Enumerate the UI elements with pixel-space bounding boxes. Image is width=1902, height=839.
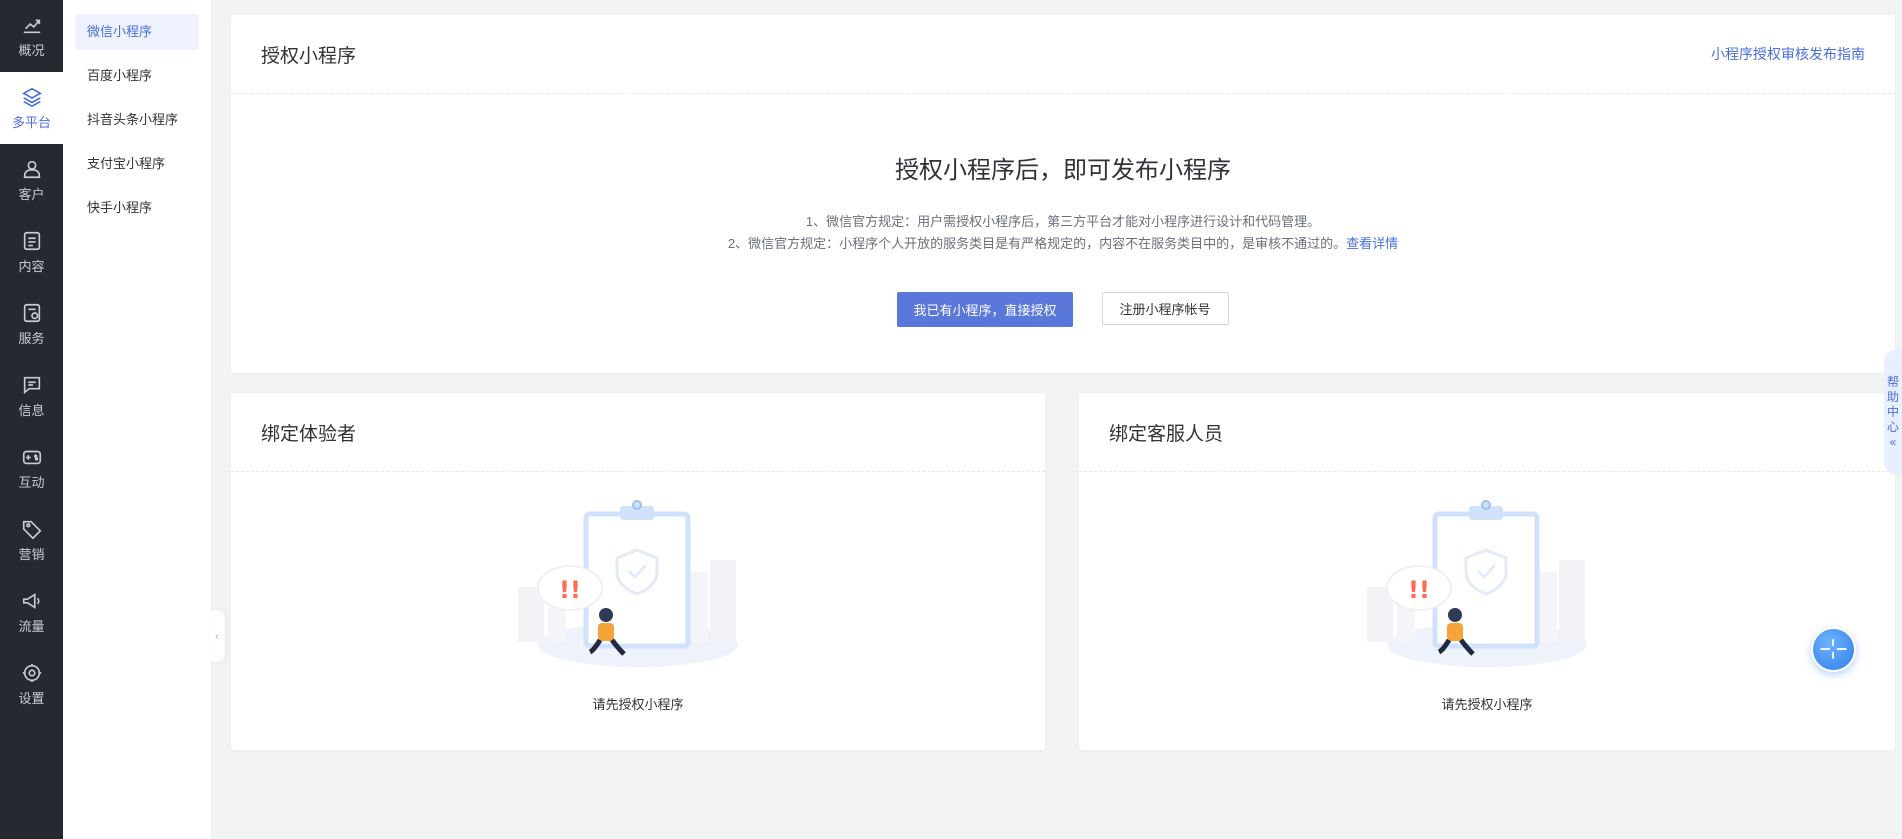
- empty-state-text: 请先授权小程序: [592, 697, 684, 712]
- nav-item-label: 多平台: [11, 114, 51, 130]
- nav-item-label: 互动: [18, 474, 45, 490]
- subnav-item-kuaishou[interactable]: 快手小程序: [75, 190, 199, 226]
- help-tab-char: 中: [1886, 404, 1899, 419]
- publish-guide-link[interactable]: 小程序授权审核发布指南: [1711, 44, 1865, 64]
- authorize-card-body: 授权小程序后，即可发布小程序 1、微信官方规定：用户需授权小程序后，第三方平台才…: [231, 94, 1895, 327]
- empty-state: !! 请先授权小程序: [1079, 492, 1895, 713]
- bind-customer-service-card: 绑定客服人员 !! 请先授权小程序: [1079, 393, 1895, 750]
- authorize-card-title: 授权小程序: [261, 45, 357, 67]
- nav-item-multiplatform[interactable]: 多平台: [0, 72, 63, 144]
- bind-customer-service-card-title: 绑定客服人员: [1109, 423, 1224, 445]
- rule-line-2: 2、微信官方规定：小程序个人开放的服务类目是有严格规定的，内容不在服务类目中的，…: [231, 233, 1895, 255]
- nav-item-interaction[interactable]: 互动: [0, 432, 63, 504]
- collapse-sidebar-button[interactable]: ‹: [209, 610, 225, 662]
- bind-customer-service-card-header: 绑定客服人员: [1079, 393, 1895, 472]
- empty-clipboard-illustration: !!: [1367, 500, 1587, 667]
- authorize-card-header: 授权小程序 小程序授权审核发布指南: [231, 15, 1895, 94]
- empty-state: !! 请先授权小程序: [231, 492, 1045, 713]
- nav-item-label: 营销: [18, 546, 45, 562]
- bind-tester-card: 绑定体验者 !! 请先授权小程序: [231, 393, 1045, 750]
- rule-line-2-text: 2、微信官方规定：小程序个人开放的服务类目是有严格规定的，内容不在服务类目中的，…: [727, 236, 1347, 251]
- gear-icon: [22, 663, 41, 682]
- help-tab-char: 心: [1886, 419, 1899, 434]
- nav-item-label: 客户: [18, 186, 45, 202]
- authorize-actions: 我已有小程序，直接授权 注册小程序帐号: [231, 292, 1895, 327]
- nav-item-content[interactable]: 内容: [0, 216, 63, 288]
- gamepad-icon: [22, 450, 41, 464]
- view-details-link[interactable]: 查看详情: [1346, 236, 1398, 251]
- nav-item-overview[interactable]: 概况: [0, 0, 63, 72]
- assistant-icon: [1820, 639, 1847, 660]
- tag-icon: [22, 520, 41, 539]
- authorize-existing-button[interactable]: 我已有小程序，直接授权: [897, 292, 1073, 327]
- nav-item-label: 内容: [18, 258, 45, 274]
- bind-tester-card-title: 绑定体验者: [261, 423, 357, 445]
- nav-item-label: 概况: [18, 42, 45, 58]
- authorize-card: 授权小程序 小程序授权审核发布指南 授权小程序后，即可发布小程序 1、微信官方规…: [231, 15, 1895, 373]
- main-nav: 概况 多平台 客户 内容 服务 信息 互动 营销 流量 设置: [0, 0, 63, 839]
- nav-item-service[interactable]: 服务: [0, 288, 63, 360]
- megaphone-icon: [22, 592, 40, 609]
- message-icon: [23, 376, 40, 394]
- nav-item-label: 设置: [18, 690, 45, 706]
- document-icon: [23, 231, 40, 250]
- user-icon: [23, 160, 40, 178]
- empty-state-text: 请先授权小程序: [1441, 697, 1533, 712]
- nav-item-marketing[interactable]: 营销: [0, 504, 63, 576]
- help-tab-char: 帮: [1886, 374, 1899, 389]
- nav-item-customer[interactable]: 客户: [0, 144, 63, 216]
- help-tab-char: 助: [1886, 389, 1899, 404]
- register-account-button[interactable]: 注册小程序帐号: [1101, 292, 1229, 325]
- svg-text:!!: !!: [1408, 576, 1430, 604]
- svg-text:!!: !!: [559, 576, 581, 604]
- empty-clipboard-illustration: !!: [518, 500, 738, 667]
- subnav-item-douyin[interactable]: 抖音头条小程序: [75, 102, 199, 138]
- nav-item-traffic[interactable]: 流量: [0, 576, 63, 648]
- help-center-tab[interactable]: 帮 助 中 心 «: [1884, 350, 1902, 474]
- service-icon: [23, 303, 40, 322]
- nav-item-message[interactable]: 信息: [0, 360, 63, 432]
- floating-assistant-button[interactable]: [1811, 627, 1856, 672]
- authorize-heading: 授权小程序后，即可发布小程序: [895, 157, 1231, 184]
- platform-subnav: 微信小程序 百度小程序 抖音头条小程序 支付宝小程序 快手小程序: [63, 0, 212, 839]
- subnav-item-alipay[interactable]: 支付宝小程序: [75, 146, 199, 182]
- nav-item-label: 信息: [18, 402, 45, 418]
- rule-line-1: 1、微信官方规定：用户需授权小程序后，第三方平台才能对小程序进行设计和代码管理。: [805, 214, 1321, 229]
- chevron-left-icon: ‹: [215, 629, 219, 643]
- nav-item-settings[interactable]: 设置: [0, 648, 63, 720]
- chart-up-icon: [23, 19, 40, 33]
- bind-tester-card-header: 绑定体验者: [231, 393, 1045, 472]
- nav-item-label: 流量: [18, 618, 45, 634]
- nav-item-label: 服务: [18, 330, 45, 346]
- subnav-item-wechat[interactable]: 微信小程序: [75, 14, 199, 50]
- double-chevron-left-icon: «: [1889, 434, 1897, 449]
- subnav-item-baidu[interactable]: 百度小程序: [75, 58, 199, 94]
- authorize-rules: 1、微信官方规定：用户需授权小程序后，第三方平台才能对小程序进行设计和代码管理。…: [231, 211, 1895, 255]
- layers-icon: [21, 87, 42, 107]
